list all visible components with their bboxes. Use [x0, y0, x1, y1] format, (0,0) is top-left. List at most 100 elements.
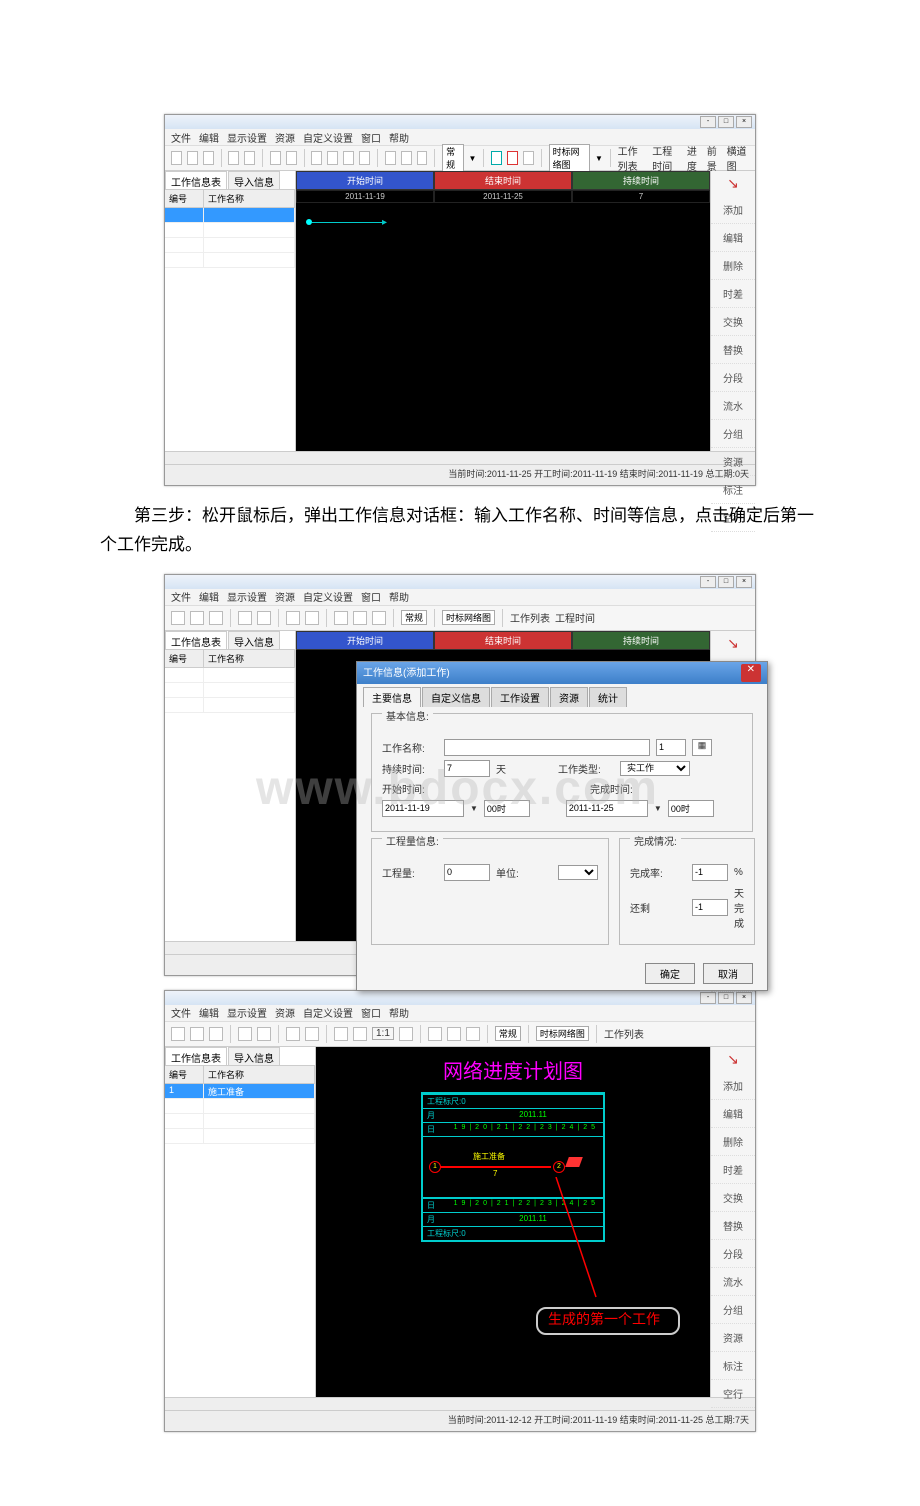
menu-file[interactable]: 文件 — [171, 589, 191, 604]
task-bar[interactable] — [441, 1166, 551, 1168]
menu-custom[interactable]: 自定义设置 — [303, 589, 353, 604]
rp-edit[interactable]: 编辑 — [711, 1100, 755, 1128]
calendar-icon[interactable]: ▼ — [470, 804, 478, 813]
view-combo[interactable]: 时标网络图 — [536, 1026, 589, 1041]
zoomout-icon[interactable] — [399, 1027, 413, 1041]
copy-icon[interactable] — [417, 151, 428, 165]
worklist-btn[interactable]: 工作列表 — [510, 610, 550, 625]
rp-add[interactable]: 添加 — [711, 196, 755, 224]
table-row[interactable] — [165, 208, 295, 223]
save-icon[interactable] — [209, 611, 223, 625]
rp-swap[interactable]: 交换 — [711, 308, 755, 336]
table-row[interactable] — [165, 223, 295, 238]
rp-flow[interactable]: 流水 — [711, 1268, 755, 1296]
table-icon[interactable] — [401, 151, 412, 165]
menu-file[interactable]: 文件 — [171, 130, 191, 145]
tab-workinfo[interactable]: 工作信息表 — [165, 171, 227, 189]
table-row[interactable] — [165, 683, 295, 698]
new-icon[interactable] — [171, 611, 185, 625]
menu-display[interactable]: 显示设置 — [227, 1005, 267, 1020]
print-icon[interactable] — [257, 611, 271, 625]
grid-icon[interactable] — [334, 611, 348, 625]
redo-icon[interactable] — [305, 611, 319, 625]
node-2[interactable]: 2 — [553, 1161, 565, 1173]
dlg-tab-stats[interactable]: 统计 — [589, 687, 627, 707]
rp-add[interactable]: 添加 — [711, 1072, 755, 1100]
menu-help[interactable]: 帮助 — [389, 589, 409, 604]
rp-delete[interactable]: 删除 — [711, 252, 755, 280]
rp-slack[interactable]: 时差 — [711, 1156, 755, 1184]
table-row[interactable] — [165, 698, 295, 713]
rp-label[interactable]: 标注 — [711, 476, 755, 504]
front-btn[interactable]: 前景 — [707, 143, 722, 173]
rp-swap[interactable]: 交换 — [711, 1184, 755, 1212]
zoomin-icon[interactable] — [327, 151, 338, 165]
menu-help[interactable]: 帮助 — [389, 130, 409, 145]
open-icon[interactable] — [190, 611, 204, 625]
menu-resource[interactable]: 资源 — [275, 1005, 295, 1020]
start-hour-input[interactable] — [484, 800, 530, 817]
dialog-close-icon[interactable]: ✕ — [741, 664, 761, 682]
rp-edit[interactable]: 编辑 — [711, 224, 755, 252]
maximize-btn[interactable]: □ — [718, 992, 734, 1004]
rp-slack[interactable]: 时差 — [711, 280, 755, 308]
grid-icon[interactable] — [428, 1027, 442, 1041]
zoom-icon[interactable] — [238, 1027, 252, 1041]
menu-resource[interactable]: 资源 — [275, 589, 295, 604]
tab-import[interactable]: 导入信息 — [228, 631, 280, 649]
dlg-tab-custom[interactable]: 自定义信息 — [422, 687, 490, 707]
arrow-tool-icon[interactable]: ↘ — [711, 631, 755, 656]
redo-icon[interactable] — [305, 1027, 319, 1041]
undo-icon[interactable] — [270, 151, 281, 165]
menu-display[interactable]: 显示设置 — [227, 130, 267, 145]
normal-combo[interactable]: 常规 — [495, 1026, 521, 1041]
menu-edit[interactable]: 编辑 — [199, 1005, 219, 1020]
menu-edit[interactable]: 编辑 — [199, 589, 219, 604]
arrow-tool-icon[interactable]: ↘ — [711, 1047, 755, 1072]
projtime-btn[interactable]: 工程时间 — [652, 143, 682, 173]
table-row[interactable]: 1 施工准备 — [165, 1084, 315, 1099]
remain-input[interactable] — [692, 899, 728, 916]
open-icon[interactable] — [190, 1027, 204, 1041]
qty-input[interactable] — [444, 864, 490, 881]
rp-split[interactable]: 分段 — [711, 1240, 755, 1268]
zoomout-icon[interactable] — [359, 151, 370, 165]
close-btn[interactable]: × — [736, 992, 752, 1004]
fit-icon[interactable] — [343, 151, 354, 165]
tab-import[interactable]: 导入信息 — [228, 171, 280, 189]
rp-flow[interactable]: 流水 — [711, 392, 755, 420]
rp-split[interactable]: 分段 — [711, 364, 755, 392]
rp-group[interactable]: 分组 — [711, 1296, 755, 1324]
table-icon[interactable] — [353, 611, 367, 625]
pct-input[interactable] — [692, 864, 728, 881]
new-icon[interactable] — [171, 1027, 185, 1041]
menu-window[interactable]: 窗口 — [361, 589, 381, 604]
view-combo[interactable]: 时标网络图 — [442, 610, 495, 625]
end-hour-input[interactable] — [668, 800, 714, 817]
canvas-area[interactable]: 网络进度计划图 工程标尺:0 月2011.11 日19|20|21|22|23|… — [316, 1047, 710, 1397]
close-btn[interactable]: × — [736, 116, 752, 128]
close-btn[interactable]: × — [736, 576, 752, 588]
zoomin-icon[interactable] — [353, 1027, 367, 1041]
dlg-tab-settings[interactable]: 工作设置 — [491, 687, 549, 707]
undo-icon[interactable] — [286, 611, 300, 625]
copy-icon[interactable] — [372, 611, 386, 625]
copy-icon[interactable] — [466, 1027, 480, 1041]
grid-icon[interactable] — [385, 151, 396, 165]
ok-button[interactable]: 确定 — [645, 963, 695, 984]
zoom-icon[interactable] — [228, 151, 239, 165]
menu-edit[interactable]: 编辑 — [199, 130, 219, 145]
print-icon[interactable] — [244, 151, 255, 165]
arrow-tool-icon[interactable]: ↘ — [711, 171, 755, 196]
rp-delete[interactable]: 删除 — [711, 1128, 755, 1156]
maximize-btn[interactable]: □ — [718, 116, 734, 128]
dlg-tab-main[interactable]: 主要信息 — [363, 687, 421, 707]
hand-icon[interactable] — [334, 1027, 348, 1041]
table-row[interactable] — [165, 1129, 315, 1144]
menu-window[interactable]: 窗口 — [361, 130, 381, 145]
worklist-btn[interactable]: 工作列表 — [618, 143, 648, 173]
print-icon[interactable] — [257, 1027, 271, 1041]
menu-resource[interactable]: 资源 — [275, 130, 295, 145]
tab-import[interactable]: 导入信息 — [228, 1047, 280, 1065]
menu-display[interactable]: 显示设置 — [227, 589, 267, 604]
